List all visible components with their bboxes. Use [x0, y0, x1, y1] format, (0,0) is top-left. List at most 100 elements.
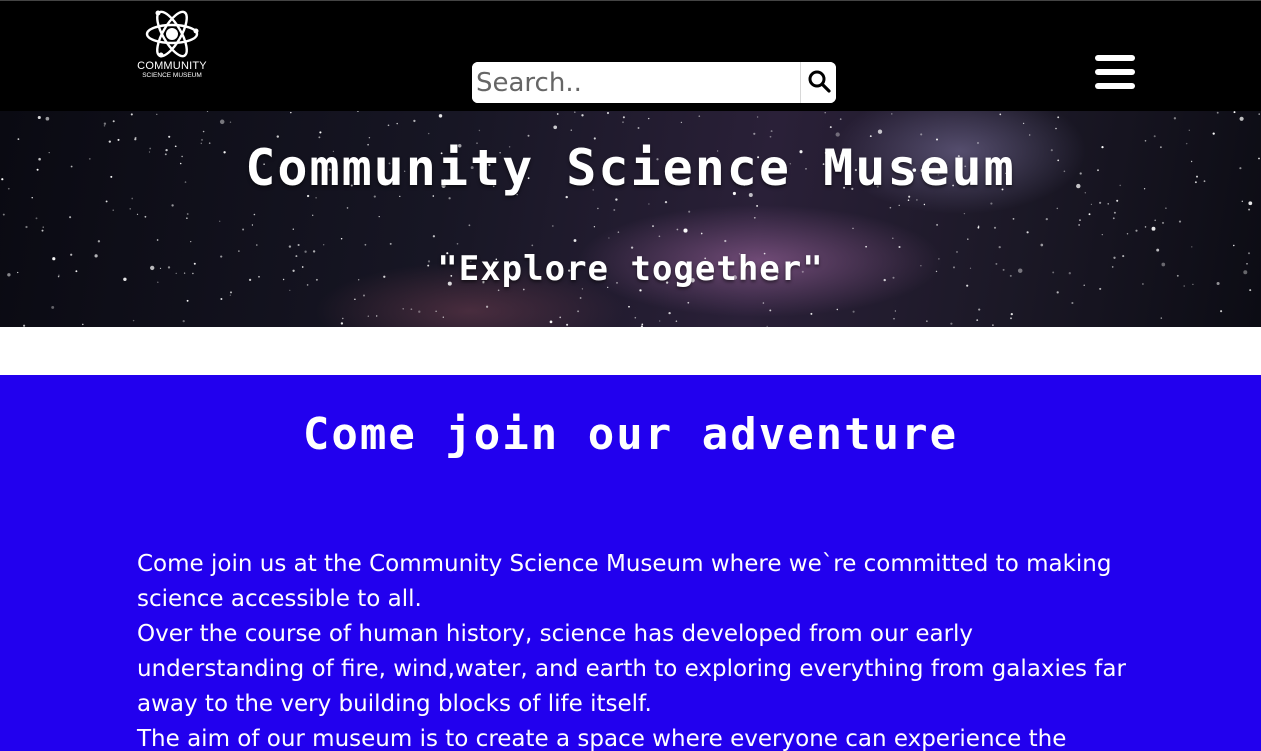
- star: [340, 237, 343, 240]
- star: [936, 223, 939, 226]
- star: [2, 213, 5, 216]
- star: [992, 324, 994, 326]
- star: [967, 238, 969, 240]
- star: [97, 240, 101, 243]
- star: [1079, 219, 1081, 221]
- star: [410, 308, 413, 311]
- star: [1249, 289, 1252, 292]
- search-icon: [807, 69, 831, 96]
- star: [1126, 233, 1129, 235]
- star: [950, 322, 953, 325]
- star: [998, 245, 1001, 249]
- star: [1154, 219, 1156, 222]
- star: [926, 320, 928, 322]
- star: [756, 116, 759, 118]
- star: [963, 212, 966, 215]
- star: [131, 197, 134, 200]
- star: [579, 297, 582, 299]
- star: [1191, 246, 1193, 248]
- star: [898, 204, 900, 206]
- star: [136, 213, 139, 215]
- star: [31, 197, 33, 199]
- star: [810, 312, 813, 315]
- star: [647, 117, 650, 120]
- star: [156, 239, 159, 241]
- star: [999, 113, 1002, 116]
- star: [566, 323, 569, 326]
- star: [315, 197, 317, 199]
- star: [622, 121, 624, 124]
- intro-text: Come join us at the Community Science Mu…: [137, 547, 1137, 751]
- star: [622, 116, 625, 119]
- star: [551, 225, 554, 227]
- star: [387, 124, 390, 127]
- star: [1045, 217, 1048, 221]
- star: [852, 310, 855, 313]
- star: [1151, 226, 1156, 231]
- star: [1090, 203, 1092, 205]
- hamburger-menu-button[interactable]: [1093, 55, 1137, 97]
- star: [869, 135, 872, 137]
- star: [977, 226, 980, 229]
- star: [753, 216, 756, 219]
- star: [51, 305, 55, 309]
- star: [346, 207, 349, 209]
- star: [1088, 213, 1091, 216]
- star: [559, 316, 562, 319]
- star: [923, 203, 926, 206]
- hero-banner: Community Science Museum "Explore togeth…: [0, 111, 1261, 327]
- star: [1233, 244, 1235, 247]
- star: [1010, 312, 1013, 316]
- star: [253, 213, 256, 216]
- star: [156, 113, 158, 115]
- star: [920, 133, 923, 136]
- star: [1055, 127, 1057, 130]
- star: [288, 245, 292, 248]
- star: [35, 217, 38, 220]
- star: [442, 316, 444, 318]
- star: [1173, 117, 1177, 120]
- logo-title: COMMUNITY: [137, 60, 207, 72]
- star: [613, 209, 616, 211]
- search-button[interactable]: [800, 62, 836, 103]
- star: [242, 228, 245, 231]
- star: [889, 206, 892, 209]
- star: [478, 129, 481, 132]
- star: [186, 217, 188, 219]
- intro-paragraph: Over the course of human history, scienc…: [137, 621, 1126, 717]
- star: [640, 325, 643, 327]
- star: [1078, 224, 1080, 226]
- star: [1188, 129, 1190, 131]
- star: [130, 113, 133, 116]
- star: [1012, 218, 1015, 220]
- star: [182, 320, 185, 323]
- star: [168, 135, 171, 138]
- star: [628, 305, 630, 308]
- star: [1160, 317, 1163, 319]
- star: [894, 310, 897, 312]
- star: [354, 298, 356, 301]
- star: [549, 320, 553, 324]
- star: [664, 200, 668, 204]
- star: [891, 113, 893, 115]
- star: [129, 208, 131, 210]
- site-logo[interactable]: COMMUNITY SCIENCE MUSEUM: [128, 9, 216, 89]
- star: [1010, 317, 1012, 320]
- star: [378, 215, 380, 218]
- star: [877, 129, 883, 134]
- star: [1071, 301, 1074, 305]
- search-input[interactable]: [472, 62, 800, 103]
- star: [892, 237, 894, 239]
- star: [700, 232, 703, 235]
- star: [648, 203, 650, 205]
- star: [1056, 291, 1059, 294]
- star: [724, 239, 727, 243]
- star: [617, 231, 620, 233]
- star: [606, 111, 610, 115]
- star: [468, 224, 471, 227]
- star: [202, 130, 205, 133]
- star: [418, 310, 421, 313]
- star: [976, 319, 979, 321]
- star: [290, 111, 292, 114]
- star: [769, 135, 772, 138]
